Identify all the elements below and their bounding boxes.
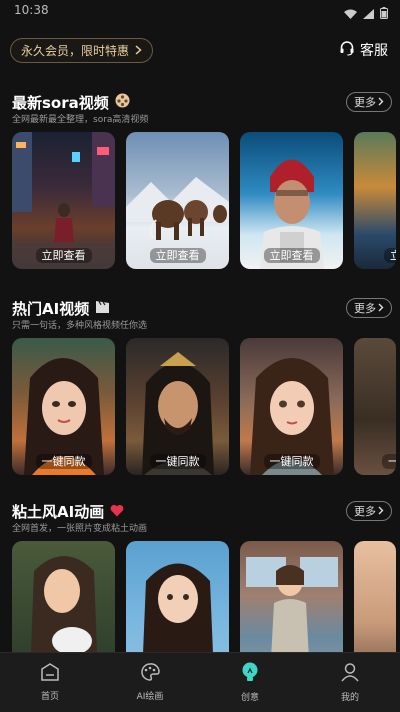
tab-label: 首页 bbox=[40, 692, 59, 702]
section-subtitle: 只需一句话，多种风格视频任你选 bbox=[12, 321, 148, 331]
video-card[interactable]: 立即查看 bbox=[240, 132, 343, 269]
bulb-icon bbox=[240, 662, 260, 686]
status-bar: 10:38 bbox=[0, 0, 400, 24]
headset-icon bbox=[339, 40, 355, 60]
section-title-text: 最新sora视频 bbox=[12, 94, 109, 112]
video-card[interactable]: 立 bbox=[354, 132, 396, 269]
palette-icon bbox=[140, 663, 160, 685]
tab-home[interactable]: 首页 bbox=[0, 653, 100, 712]
video-card[interactable]: 立即查看 bbox=[126, 132, 229, 269]
card-row: 立即查看 立即查看 立即查看 立 bbox=[12, 132, 396, 269]
clapperboard-icon bbox=[95, 300, 110, 318]
customer-service-button[interactable]: 客服 bbox=[339, 40, 388, 60]
tab-label: 我的 bbox=[340, 693, 359, 703]
tab-label: AI绘画 bbox=[136, 692, 164, 702]
battery-icon bbox=[380, 4, 388, 23]
card-label: 一键同款 bbox=[126, 453, 229, 469]
section-hot-ai-videos: 热门AI视频 只需一句话，多种风格视频任你选 更多 一键同款 一键同款 一键同款… bbox=[0, 298, 400, 478]
section-subtitle: 全网首发，一张照片变成粘土动画 bbox=[12, 524, 148, 534]
signal-icon bbox=[363, 4, 374, 23]
chevron-right-icon bbox=[378, 96, 384, 109]
home-icon bbox=[40, 663, 60, 685]
section-title: 粘土风AI动画 bbox=[12, 501, 124, 522]
tab-profile[interactable]: 我的 bbox=[300, 653, 400, 712]
more-label: 更多 bbox=[354, 302, 376, 315]
video-card[interactable]: 一键同款 bbox=[126, 338, 229, 475]
top-bar: 永久会员，限时特惠 客服 bbox=[0, 38, 400, 64]
more-button[interactable]: 更多 bbox=[346, 298, 392, 318]
status-time: 10:38 bbox=[14, 3, 49, 17]
wifi-icon bbox=[344, 4, 357, 23]
status-icons bbox=[344, 4, 388, 23]
video-card[interactable]: 一键同款 bbox=[240, 338, 343, 475]
tab-creative[interactable]: 创意 bbox=[200, 653, 300, 712]
chevron-right-icon bbox=[378, 505, 384, 518]
section-title-text: 粘土风AI动画 bbox=[12, 503, 105, 521]
heart-icon bbox=[110, 503, 124, 521]
section-title: 最新sora视频 bbox=[12, 92, 130, 113]
section-subtitle: 全网最新最全整理，sora高清视频 bbox=[12, 115, 149, 125]
card-label: 立 bbox=[354, 247, 396, 263]
card-label: 立即查看 bbox=[126, 247, 229, 263]
vip-promo-label: 永久会员，限时特惠 bbox=[21, 44, 130, 58]
card-label: 立即查看 bbox=[12, 247, 115, 263]
tab-ai-painting[interactable]: AI绘画 bbox=[100, 653, 200, 712]
card-label: 一 bbox=[354, 453, 396, 469]
tab-label: 创意 bbox=[240, 693, 259, 703]
customer-service-label: 客服 bbox=[360, 43, 388, 59]
card-label: 立即查看 bbox=[240, 247, 343, 263]
section-sora-videos: 最新sora视频 全网最新最全整理，sora高清视频 更多 立即查看 立即查看 … bbox=[0, 92, 400, 272]
video-card[interactable]: 立即查看 bbox=[12, 132, 115, 269]
card-row: 一键同款 一键同款 一键同款 一 bbox=[12, 338, 396, 475]
vip-promo-button[interactable]: 永久会员，限时特惠 bbox=[10, 38, 154, 63]
bottom-tab-bar: 首页 AI绘画 创意 我的 bbox=[0, 652, 400, 712]
chevron-right-icon bbox=[378, 302, 384, 315]
more-button[interactable]: 更多 bbox=[346, 92, 392, 112]
section-title: 热门AI视频 bbox=[12, 298, 110, 319]
card-label: 一键同款 bbox=[240, 453, 343, 469]
chevron-right-icon bbox=[135, 44, 142, 58]
section-title-text: 热门AI视频 bbox=[12, 300, 90, 318]
video-card[interactable]: 一 bbox=[354, 338, 396, 475]
user-icon bbox=[340, 662, 360, 686]
more-button[interactable]: 更多 bbox=[346, 501, 392, 521]
video-card[interactable]: 一键同款 bbox=[12, 338, 115, 475]
card-label: 一键同款 bbox=[12, 453, 115, 469]
section-clay-ai-animation: 粘土风AI动画 全网首发，一张照片变成粘土动画 更多 bbox=[0, 501, 400, 678]
film-reel-icon bbox=[115, 93, 130, 112]
more-label: 更多 bbox=[354, 505, 376, 518]
more-label: 更多 bbox=[354, 96, 376, 109]
